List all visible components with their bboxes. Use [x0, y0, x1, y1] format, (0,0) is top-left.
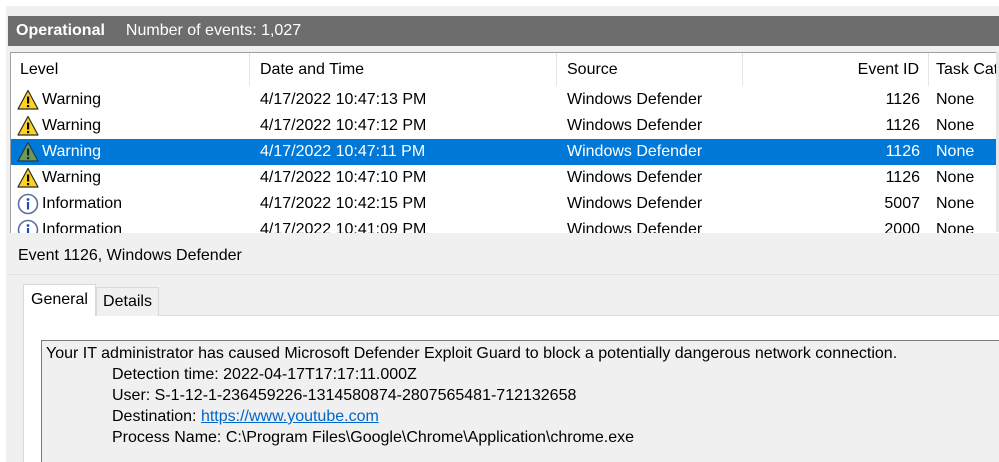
message-detection-time: Detection time: 2022-04-17T17:17:11.000Z: [112, 366, 417, 383]
column-header-level[interactable]: Level: [11, 53, 250, 86]
cell-task-category: None: [936, 143, 975, 160]
info-icon: [17, 219, 39, 233]
cell-level: Warning: [42, 117, 101, 134]
event-detail-title: Event 1126, Windows Defender: [18, 247, 242, 264]
event-list[interactable]: Level Date and Time Source Event ID Task…: [10, 52, 999, 233]
event-count: Number of events: 1,027: [125, 22, 302, 39]
destination-label: Destination:: [112, 408, 201, 425]
cell-event-id: 1126: [885, 117, 920, 134]
info-icon: [17, 193, 39, 215]
warning-icon: [17, 89, 39, 111]
column-header-source[interactable]: Source: [557, 53, 743, 86]
table-row[interactable]: Information 4/17/2022 10:41:09 PM Windows …: [11, 217, 999, 233]
column-header-date-time[interactable]: Date and Time: [250, 53, 557, 86]
cell-task-category: None: [936, 221, 975, 233]
warning-icon: [17, 167, 39, 189]
cell-task-category: None: [936, 169, 975, 186]
cell-date-time: 4/17/2022 10:47:10 PM: [260, 169, 427, 186]
cell-level: Warning: [42, 169, 101, 186]
detail-separator: [8, 274, 999, 275]
tab-general[interactable]: General: [23, 284, 96, 316]
cell-task-category: None: [936, 91, 975, 108]
cell-date-time: 4/17/2022 10:41:09 PM: [260, 221, 427, 233]
message-destination: Destination: https://www.youtube.com: [112, 406, 379, 427]
cell-level: Information: [42, 195, 123, 212]
cell-level: Information: [42, 221, 123, 233]
log-name: Operational: [16, 22, 105, 39]
cell-source: Windows Defender: [567, 169, 703, 186]
event-rows: Warning 4/17/2022 10:47:13 PM Windows Defe…: [11, 87, 999, 233]
window-top-edge: [0, 0, 999, 6]
cell-event-id: 1126: [885, 169, 920, 186]
cell-task-category: None: [936, 117, 975, 134]
warning-icon: [17, 115, 39, 137]
log-header-bar: Operational Number of events: 1,027: [8, 16, 999, 46]
cell-date-time: 4/17/2022 10:47:13 PM: [260, 91, 427, 108]
table-row[interactable]: Warning 4/17/2022 10:47:11 PM Windows Defe…: [11, 139, 999, 165]
message-user: User: S-1-12-1-236459226-1314580874-2807…: [112, 387, 577, 404]
cell-date-time: 4/17/2022 10:42:15 PM: [260, 195, 427, 212]
cell-date-time: 4/17/2022 10:47:12 PM: [260, 117, 427, 134]
cell-source: Windows Defender: [567, 143, 703, 160]
cell-level: Warning: [42, 91, 101, 108]
cell-source: Windows Defender: [567, 91, 703, 108]
cell-event-id: 2000: [884, 221, 920, 233]
cell-source: Windows Defender: [567, 195, 703, 212]
warning-icon: [17, 141, 39, 163]
pane-splitter[interactable]: [8, 234, 999, 242]
cell-event-id: 1126: [885, 143, 920, 160]
cell-date-time: 4/17/2022 10:47:11 PM: [260, 143, 426, 160]
table-row[interactable]: Warning 4/17/2022 10:47:13 PM Windows Defe…: [11, 87, 999, 113]
window-left-edge: [0, 0, 6, 462]
cell-event-id: 5007: [884, 195, 920, 212]
cell-source: Windows Defender: [567, 117, 703, 134]
cell-level: Warning: [42, 143, 101, 160]
tab-details[interactable]: Details: [96, 287, 159, 316]
column-header-task-category[interactable]: Task Cate: [929, 53, 999, 86]
message-description: Your IT administrator has caused Microso…: [46, 345, 898, 362]
column-header-row: Level Date and Time Source Event ID Task…: [11, 53, 999, 86]
table-row[interactable]: Warning 4/17/2022 10:47:12 PM Windows Defe…: [11, 113, 999, 139]
cell-task-category: None: [936, 195, 975, 212]
message-process-name: Process Name: C:\Program Files\Google\Ch…: [112, 429, 634, 446]
table-row[interactable]: Warning 4/17/2022 10:47:10 PM Windows Defe…: [11, 165, 999, 191]
event-message-box[interactable]: Your IT administrator has caused Microso…: [41, 340, 999, 462]
destination-link[interactable]: https://www.youtube.com: [201, 408, 379, 425]
cell-source: Windows Defender: [567, 221, 703, 233]
cell-event-id: 1126: [885, 91, 920, 108]
table-row[interactable]: Information 4/17/2022 10:42:15 PM Windows …: [11, 191, 999, 217]
column-header-event-id[interactable]: Event ID: [743, 53, 929, 86]
